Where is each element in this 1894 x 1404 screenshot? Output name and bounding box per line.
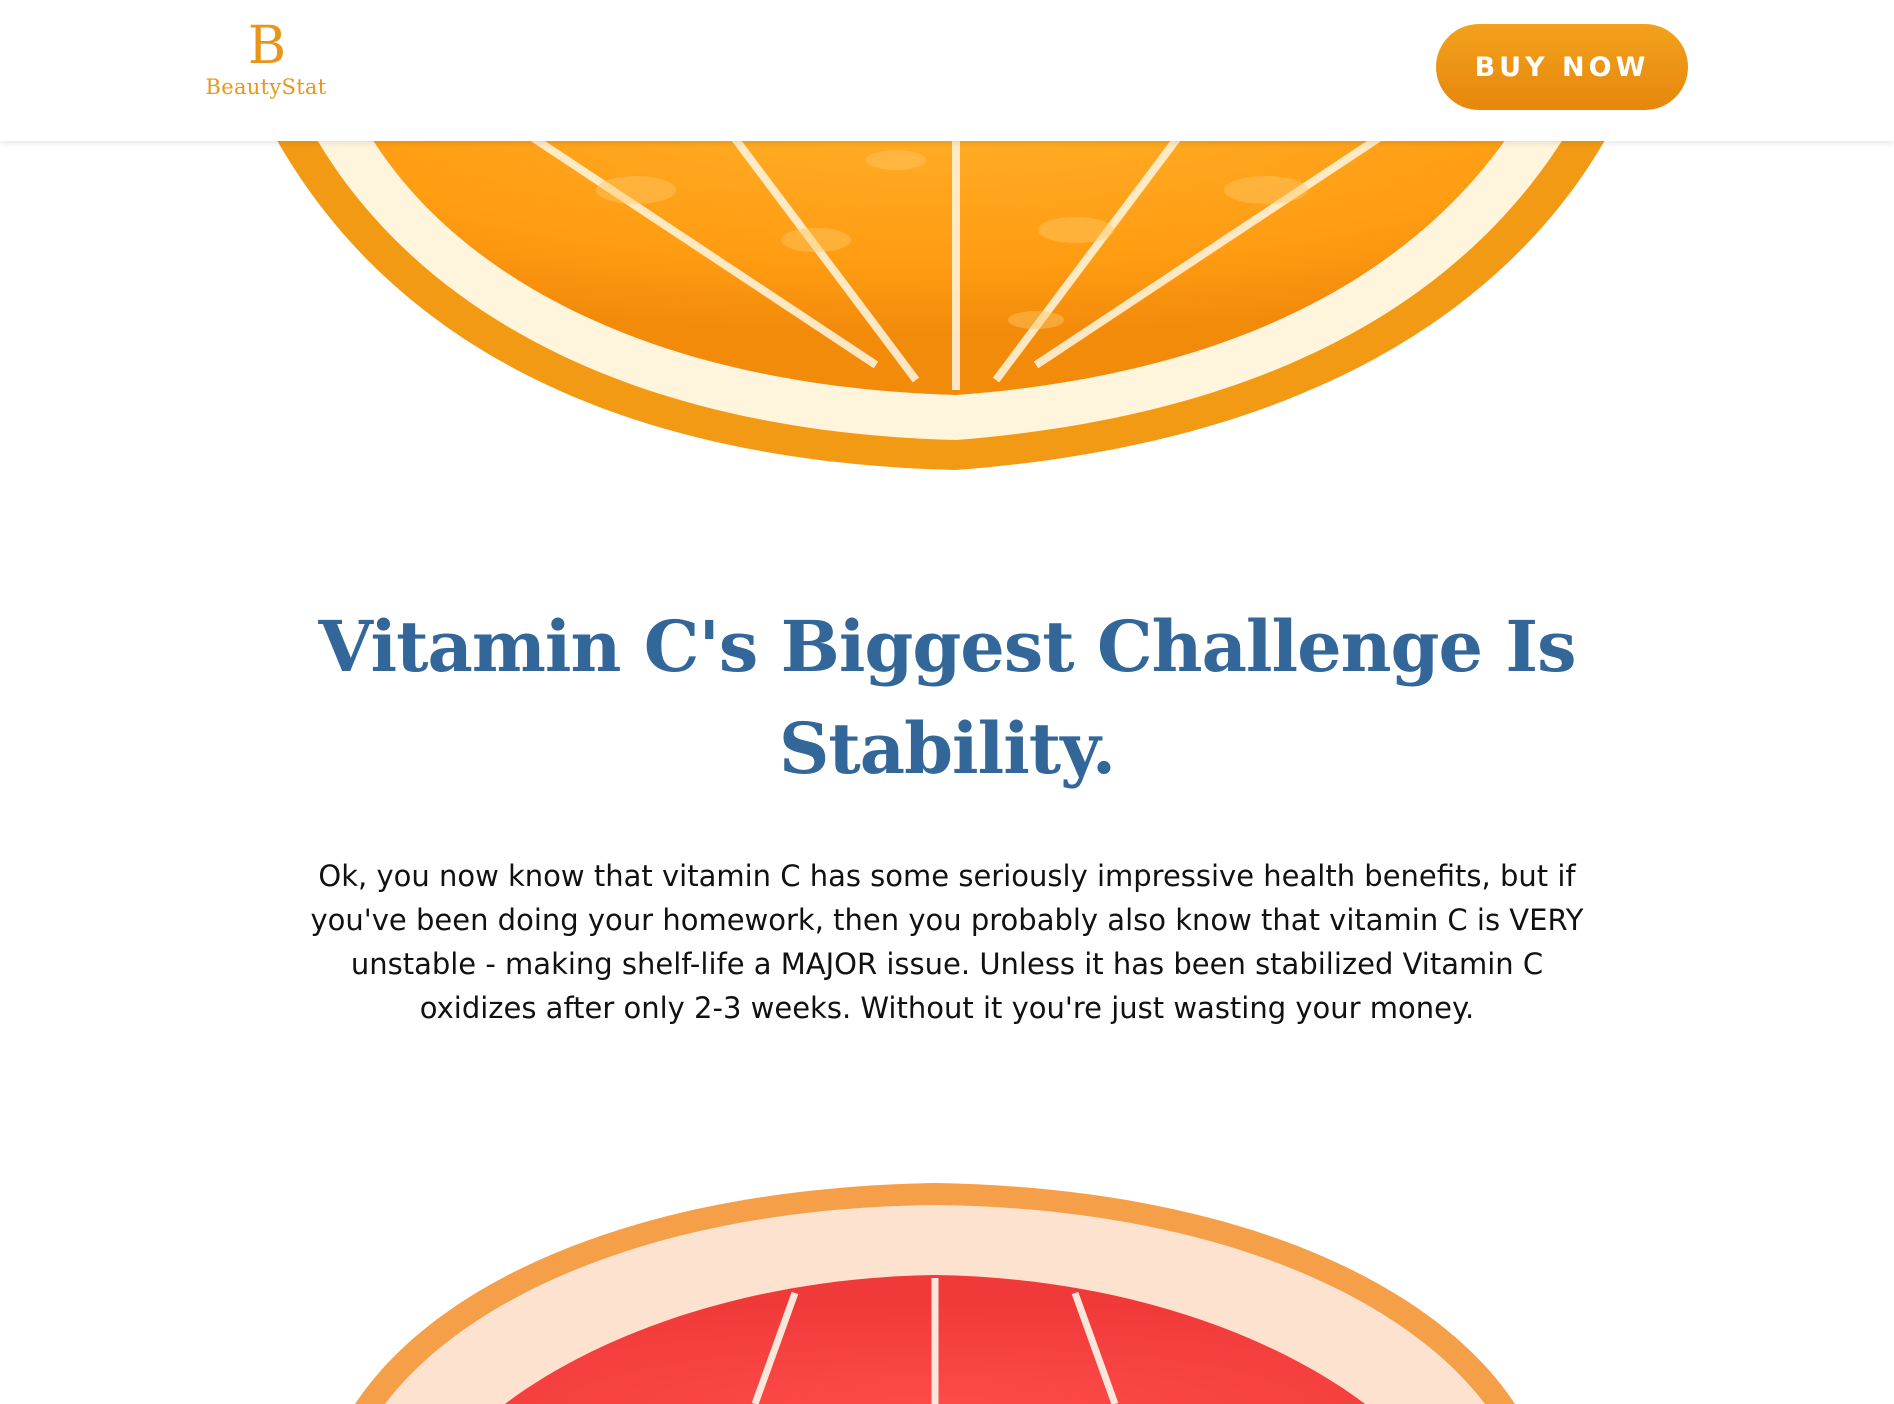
beautystat-logo[interactable]: B BeautyStat bbox=[196, 18, 336, 108]
orange-slice-image bbox=[256, 100, 1626, 470]
buy-now-button[interactable]: BUY NOW bbox=[1436, 24, 1688, 110]
grapefruit-slice-image bbox=[355, 1183, 1515, 1404]
site-header: B BeautyStat BUY NOW bbox=[0, 0, 1894, 141]
logo-mark: B bbox=[247, 16, 286, 76]
body-paragraph: Ok, you now know that vitamin C has some… bbox=[310, 859, 1584, 1025]
page-headline: Vitamin C's Biggest Challenge Is Stabili… bbox=[318, 605, 1576, 790]
logo-text: BeautyStat bbox=[205, 75, 327, 99]
